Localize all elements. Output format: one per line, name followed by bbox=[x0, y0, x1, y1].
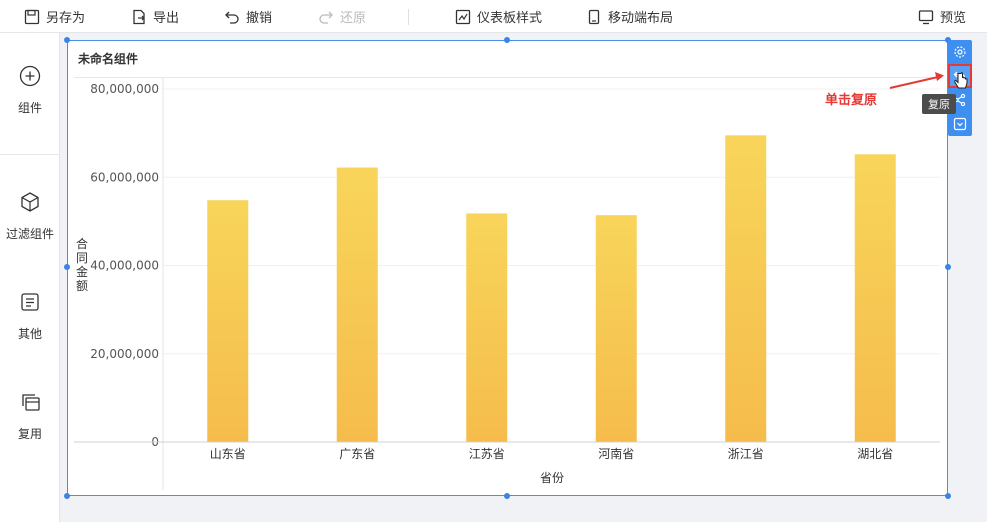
y-axis-title: 合同金额 bbox=[76, 236, 88, 293]
bar[interactable] bbox=[595, 215, 637, 442]
bar-chart: 020,000,00040,000,00060,000,00080,000,00… bbox=[74, 78, 940, 490]
settings-button[interactable] bbox=[948, 40, 972, 64]
chevron-down-icon bbox=[953, 117, 967, 131]
x-axis-title: 省份 bbox=[540, 471, 564, 485]
y-tick-label: 80,000,000 bbox=[90, 82, 159, 96]
x-tick-label: 山东省 bbox=[210, 447, 246, 461]
bar[interactable] bbox=[725, 135, 767, 443]
hand-cursor-icon bbox=[954, 72, 968, 89]
y-tick-label: 20,000,000 bbox=[90, 347, 159, 361]
gear-icon bbox=[954, 46, 966, 58]
more-button[interactable] bbox=[948, 112, 972, 136]
restore-tooltip: 复原 bbox=[922, 94, 956, 114]
x-tick-label: 广东省 bbox=[339, 447, 375, 461]
y-tick-label: 60,000,000 bbox=[90, 170, 159, 184]
bar[interactable] bbox=[466, 213, 508, 442]
bar[interactable] bbox=[207, 200, 249, 442]
x-tick-label: 湖北省 bbox=[857, 446, 893, 461]
bar[interactable] bbox=[854, 154, 896, 442]
y-axis-title-char: 金 bbox=[76, 264, 88, 279]
x-tick-label: 浙江省 bbox=[728, 447, 764, 461]
y-tick-label: 40,000,000 bbox=[90, 259, 159, 273]
bar[interactable] bbox=[336, 167, 378, 443]
y-axis-title-char: 同 bbox=[76, 251, 88, 265]
y-axis-title-char: 额 bbox=[76, 279, 88, 293]
click-restore-annotation: 单击复原 bbox=[825, 93, 878, 108]
x-tick-label: 江苏省 bbox=[469, 447, 505, 461]
x-tick-label: 河南省 bbox=[598, 446, 634, 461]
y-axis-title-char: 合 bbox=[76, 236, 88, 251]
